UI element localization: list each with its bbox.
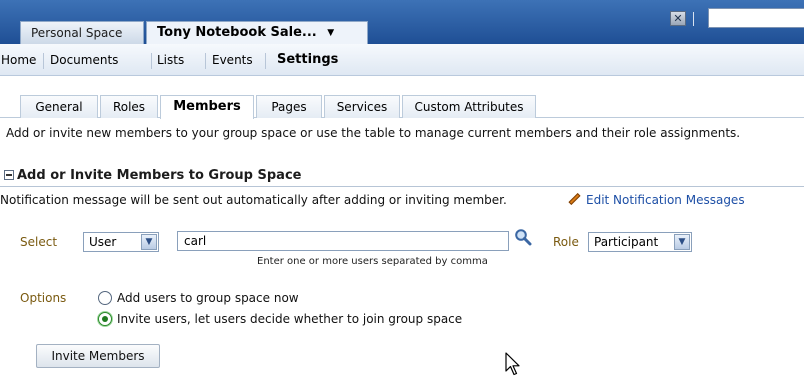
radio-add-now[interactable] xyxy=(98,291,112,305)
nav-item-settings[interactable]: Settings xyxy=(277,52,338,67)
radio-invite[interactable] xyxy=(98,312,112,326)
nav-divider xyxy=(265,53,266,69)
option-invite-label: Invite users, let users decide whether t… xyxy=(117,312,463,326)
chevron-down-icon[interactable]: ▼ xyxy=(327,28,334,38)
nav-divider xyxy=(151,53,152,69)
tab-services[interactable]: Services xyxy=(324,95,400,118)
nav-item-home[interactable]: Home xyxy=(1,53,36,67)
members-intro-text: Add or invite new members to your group … xyxy=(6,126,741,140)
tab-custom-attributes-label: Custom Attributes xyxy=(414,100,524,114)
edit-notification-label: Edit Notification Messages xyxy=(586,193,745,207)
member-type-select[interactable]: User ▼ xyxy=(83,232,159,252)
tab-custom-attributes[interactable]: Custom Attributes xyxy=(402,95,536,118)
tab-services-label: Services xyxy=(336,100,388,114)
top-banner: Personal Space Tony Notebook Sale... ▼ ✕ xyxy=(0,0,804,44)
tab-members[interactable]: Members xyxy=(160,95,254,119)
options-label: Options xyxy=(20,291,67,305)
chevron-down-icon[interactable]: ▼ xyxy=(141,234,157,250)
section-divider xyxy=(0,186,804,187)
section-header[interactable]: Add or Invite Members to Group Space xyxy=(4,168,301,183)
invite-members-button[interactable]: Invite Members xyxy=(36,344,160,368)
section-title: Add or Invite Members to Group Space xyxy=(17,168,302,183)
tab-group-space[interactable]: Tony Notebook Sale... ▼ xyxy=(146,21,368,44)
close-icon[interactable]: ✕ xyxy=(670,11,686,26)
role-value: Participant xyxy=(594,235,659,249)
role-label: Role xyxy=(553,235,579,249)
users-hint: Enter one or more users separated by com… xyxy=(257,256,488,267)
pencil-icon xyxy=(568,192,581,206)
tab-general-label: General xyxy=(35,100,83,114)
users-input[interactable]: carl xyxy=(177,231,509,251)
nav-item-lists[interactable]: Lists xyxy=(157,53,184,67)
nav-item-documents[interactable]: Documents xyxy=(50,53,118,67)
tab-members-label: Members xyxy=(173,99,241,114)
collapse-icon[interactable] xyxy=(4,170,14,180)
nav-item-events[interactable]: Events xyxy=(212,53,253,67)
tab-pages[interactable]: Pages xyxy=(256,95,322,118)
role-select[interactable]: Participant ▼ xyxy=(588,232,692,252)
edit-notification-link[interactable]: Edit Notification Messages xyxy=(568,192,745,207)
tab-personal-space-label: Personal Space xyxy=(31,26,123,40)
option-add-now-label: Add users to group space now xyxy=(117,291,299,305)
tab-roles-label: Roles xyxy=(112,100,146,114)
tab-roles[interactable]: Roles xyxy=(100,95,158,118)
search-icon[interactable] xyxy=(514,228,532,246)
notification-text: Notification message will be sent out au… xyxy=(0,193,507,207)
space-navigation: Home Documents Lists Events Settings xyxy=(0,44,804,76)
banner-search-input[interactable] xyxy=(708,8,804,28)
tab-group-space-label: Tony Notebook Sale... xyxy=(157,25,317,40)
member-type-value: User xyxy=(89,235,117,249)
chevron-down-icon[interactable]: ▼ xyxy=(674,234,690,250)
tab-personal-space[interactable]: Personal Space xyxy=(20,21,144,44)
tab-pages-label: Pages xyxy=(271,100,307,114)
select-label: Select xyxy=(20,235,58,249)
nav-divider xyxy=(43,53,44,69)
tab-general[interactable]: General xyxy=(20,95,98,118)
banner-divider xyxy=(693,12,694,26)
nav-divider xyxy=(205,53,206,69)
mouse-cursor-icon xyxy=(505,352,520,376)
